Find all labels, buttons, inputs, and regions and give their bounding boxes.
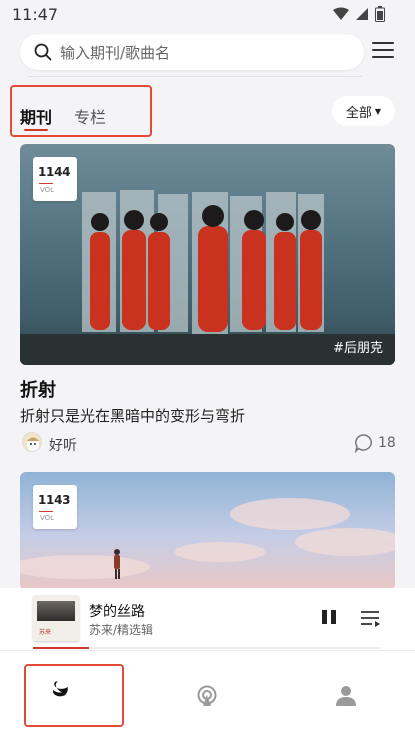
caret-down-icon: ▼ <box>374 106 382 116</box>
album-art[interactable]: 苏来 <box>33 595 79 641</box>
author-avatar[interactable] <box>22 432 42 452</box>
nav-home-highlight <box>24 664 124 727</box>
volume-number: 1143 <box>38 493 71 507</box>
active-tab-indicator <box>24 129 48 131</box>
radio-icon[interactable] <box>196 685 218 707</box>
swan-icon[interactable] <box>50 679 72 701</box>
signal-icon <box>356 8 368 20</box>
comment-count: 18 <box>378 435 396 451</box>
journal-subtitle: 折射只是光在黑暗中的变形与弯折 <box>20 407 246 425</box>
search-bar[interactable]: 输入期刊/歌曲名 <box>20 34 364 70</box>
status-icons <box>333 6 385 22</box>
wifi-icon <box>333 7 349 20</box>
playlist-icon[interactable] <box>360 608 382 628</box>
divider <box>28 76 362 77</box>
bottom-nav <box>0 650 415 738</box>
menu-icon <box>372 42 394 44</box>
volume-badge: 1143 VOL <box>33 485 77 529</box>
journal-cover-image[interactable]: 1144 VOL #后朋克 <box>20 144 395 365</box>
pause-button[interactable] <box>320 608 338 626</box>
tab-bar-highlight: 期刊 专栏 <box>10 85 152 137</box>
battery-icon <box>375 6 385 22</box>
song-artist-album: 苏来/精选辑 <box>89 623 154 637</box>
tab-column[interactable]: 专栏 <box>74 104 106 128</box>
avatar-icon <box>27 437 39 451</box>
album-art-text: 苏来 <box>39 629 52 636</box>
volume-label: VOL <box>40 514 55 522</box>
journal-title[interactable]: 折射 <box>20 376 56 402</box>
volume-label: VOL <box>40 186 55 194</box>
comment-icon[interactable] <box>354 433 374 453</box>
menu-button[interactable] <box>372 42 394 60</box>
volume-underline <box>39 511 53 512</box>
pause-icon <box>322 610 327 624</box>
search-input[interactable]: 输入期刊/歌曲名 <box>60 42 170 63</box>
song-title: 梦的丝路 <box>89 604 145 620</box>
journal-cover-image[interactable]: 1143 VOL <box>20 472 395 590</box>
playback-progress[interactable] <box>33 647 381 649</box>
volume-badge: 1144 VOL <box>33 157 77 201</box>
status-time: 11:47 <box>12 5 59 24</box>
progress-fill <box>33 647 89 649</box>
search-icon <box>34 43 52 61</box>
tab-journal[interactable]: 期刊 <box>20 104 52 128</box>
volume-underline <box>39 183 53 184</box>
album-art-photo <box>37 601 75 621</box>
volume-number: 1144 <box>38 165 71 179</box>
filter-dropdown[interactable]: 全部 ▼ <box>332 96 395 126</box>
mini-player[interactable]: 苏来 梦的丝路 苏来/精选辑 <box>0 588 415 650</box>
filter-label: 全部 <box>345 105 372 121</box>
author-name[interactable]: 好听 <box>49 435 77 455</box>
status-bar: 11:47 <box>0 0 415 30</box>
user-icon[interactable] <box>335 684 357 706</box>
genre-tag[interactable]: #后朋克 <box>333 337 383 356</box>
